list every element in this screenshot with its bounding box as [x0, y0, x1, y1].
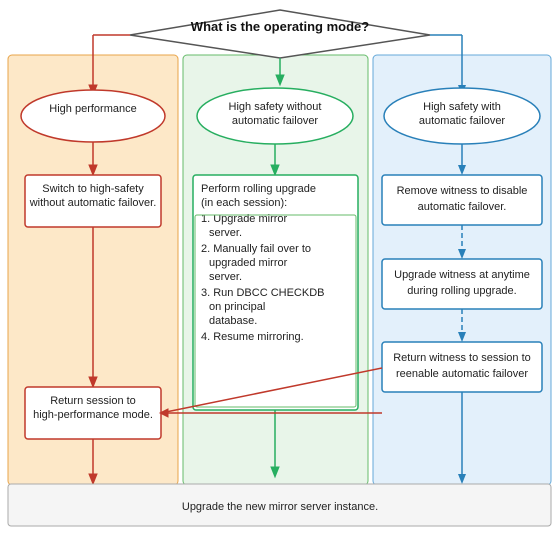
svg-text:automatic failover: automatic failover	[232, 115, 319, 127]
svg-text:(in each session):: (in each session):	[201, 197, 287, 209]
svg-text:Return witness to session to: Return witness to session to	[393, 352, 531, 364]
svg-text:on principal: on principal	[209, 301, 265, 313]
box-remove-witness	[382, 175, 542, 225]
svg-text:Return session to: Return session to	[50, 395, 136, 407]
svg-text:2. Manually fail over to: 2. Manually fail over to	[201, 243, 311, 255]
svg-text:Perform rolling upgrade: Perform rolling upgrade	[201, 183, 316, 195]
label-high-perf: High performance	[49, 103, 136, 115]
svg-text:reenable automatic failover: reenable automatic failover	[396, 368, 528, 380]
svg-text:during rolling upgrade.: during rolling upgrade.	[407, 285, 516, 297]
decision-diamond	[130, 10, 430, 58]
oval-high-perf	[21, 90, 165, 142]
label-upgrade: Upgrade the new mirror server instance.	[182, 501, 378, 513]
svg-text:upgraded mirror: upgraded mirror	[209, 257, 288, 269]
svg-text:automatic failover: automatic failover	[419, 115, 506, 127]
svg-text:without automatic failover.: without automatic failover.	[29, 197, 157, 209]
svg-text:High safety with: High safety with	[423, 101, 501, 113]
svg-text:Upgrade witness at anytime: Upgrade witness at anytime	[394, 269, 530, 281]
svg-text:Remove witness to disable: Remove witness to disable	[397, 185, 528, 197]
svg-text:server.: server.	[209, 227, 242, 239]
box-return-witness	[382, 342, 542, 392]
diagram-title: What is the operating mode?	[191, 19, 369, 34]
svg-text:database.: database.	[209, 315, 257, 327]
svg-text:High safety without: High safety without	[229, 101, 322, 113]
box-upgrade-witness	[382, 259, 542, 309]
svg-text:Switch to high-safety: Switch to high-safety	[42, 183, 144, 195]
diagram: What is the operating mode? High perform…	[0, 0, 560, 534]
svg-text:high-performance mode.: high-performance mode.	[33, 409, 153, 421]
svg-text:server.: server.	[209, 271, 242, 283]
svg-text:4. Resume mirroring.: 4. Resume mirroring.	[201, 331, 304, 343]
svg-text:3. Run DBCC CHECKDB: 3. Run DBCC CHECKDB	[201, 287, 324, 299]
svg-text:automatic failover.: automatic failover.	[418, 201, 507, 213]
